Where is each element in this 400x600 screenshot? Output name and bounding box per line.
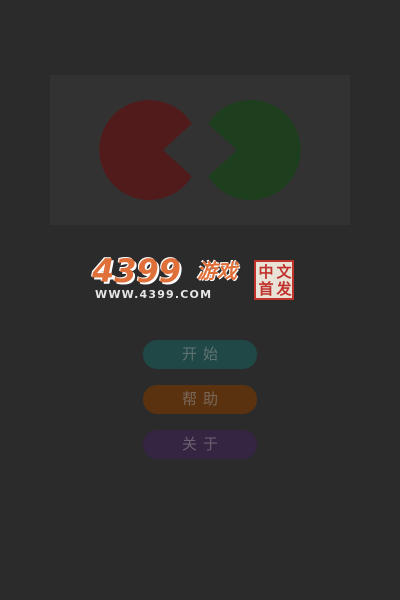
start-button[interactable]: 开始: [143, 340, 257, 369]
help-button[interactable]: 帮助: [143, 385, 257, 414]
hero-logo-panel: [50, 75, 350, 225]
logo-url: WWW.4399.COM: [95, 288, 213, 301]
about-button[interactable]: 关于: [143, 430, 257, 459]
left-chevron-shape: [99, 99, 192, 200]
chevrons-graphic: [99, 99, 301, 200]
seal-char: 中: [258, 263, 274, 281]
seal-char: 发: [276, 280, 292, 298]
logo-number: 4399: [92, 252, 182, 290]
seal-char: 文: [276, 263, 292, 281]
right-chevron-shape: [208, 100, 301, 200]
logo-word: 游戏: [197, 259, 237, 283]
seal-stamp: 中 文 首 发: [254, 260, 294, 300]
seal-char: 首: [258, 280, 274, 298]
brand-logo: 4399 游戏 WWW.4399.COM 中 文 首 发: [92, 254, 302, 306]
